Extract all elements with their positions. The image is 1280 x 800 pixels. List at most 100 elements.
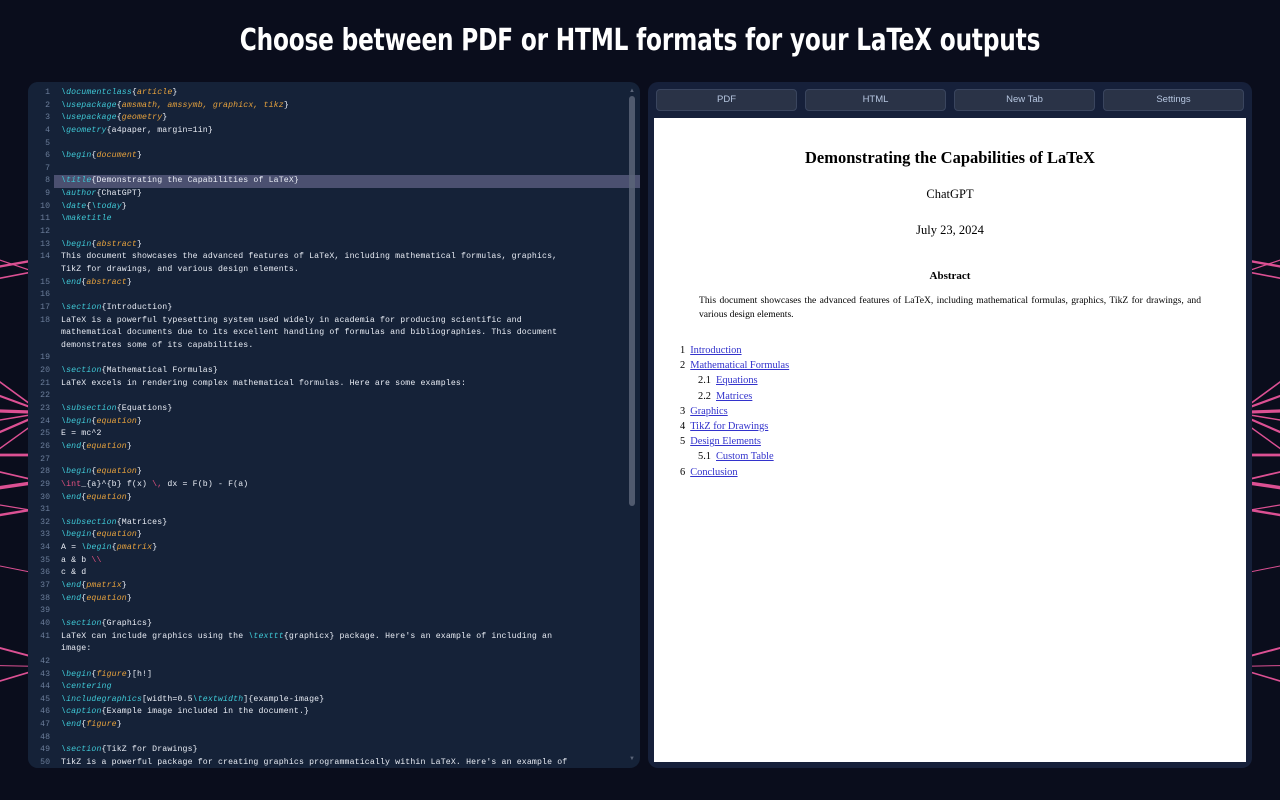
toc-entry[interactable]: 6 Conclusion xyxy=(680,465,1220,480)
code-editor-panel[interactable]: 1 2 3 4 5 6 7 8 9 10 11 12 13 14 15 16 17 18 19 20 21 22 23 24 2… xyxy=(28,82,640,768)
code-line[interactable]: \end{pmatrix} xyxy=(61,580,622,593)
code-line[interactable] xyxy=(61,163,622,176)
code-line[interactable]: \section{TikZ for Drawings} xyxy=(61,744,622,757)
code-line[interactable]: \usepackage{amsmath, amssymb, graphicx, … xyxy=(61,100,622,113)
code-token-txt: This document showcases the advanced fea… xyxy=(61,252,558,274)
code-line[interactable]: c & d xyxy=(61,567,622,580)
toc-link[interactable]: Equations xyxy=(716,373,758,388)
code-line[interactable]: \begin{equation} xyxy=(61,529,622,542)
code-line[interactable] xyxy=(61,454,622,467)
settings-button[interactable]: Settings xyxy=(1103,89,1244,111)
toc-link[interactable]: Conclusion xyxy=(690,465,737,480)
line-number: 22 xyxy=(40,391,50,401)
code-line[interactable]: LaTeX can include graphics using the \te… xyxy=(61,631,622,656)
code-line[interactable]: TikZ is a powerful package for creating … xyxy=(61,757,622,768)
code-line[interactable]: \documentclass{article} xyxy=(61,87,622,100)
toc-link[interactable]: Design Elements xyxy=(690,434,761,449)
line-number: 7 xyxy=(45,163,50,173)
code-line[interactable]: \caption{Example image included in the d… xyxy=(61,706,622,719)
toc-link[interactable]: Custom Table xyxy=(716,449,774,464)
code-line[interactable]: \usepackage{geometry} xyxy=(61,112,622,125)
code-line[interactable] xyxy=(61,138,622,151)
editor-scrollbar[interactable]: ▲ ▼ xyxy=(628,88,636,762)
code-line[interactable]: \begin{abstract} xyxy=(61,239,622,252)
code-line[interactable]: \section{Mathematical Formulas} xyxy=(61,365,622,378)
toc-link[interactable]: Mathematical Formulas xyxy=(690,358,789,373)
code-line[interactable] xyxy=(61,352,622,365)
line-number: 5 xyxy=(45,138,50,148)
line-number: 42 xyxy=(40,656,50,666)
code-token-cmd: \geometry xyxy=(61,125,107,135)
code-line[interactable]: \section{Graphics} xyxy=(61,618,622,631)
line-number: 34 xyxy=(40,543,50,553)
code-line[interactable]: \title{Demonstrating the Capabilities of… xyxy=(54,175,640,189)
code-line[interactable] xyxy=(61,732,622,745)
code-token-txt: {Matrices} xyxy=(116,517,168,527)
scroll-down-arrow[interactable]: ▼ xyxy=(629,756,635,762)
code-line[interactable]: \end{equation} xyxy=(61,492,622,505)
code-line[interactable] xyxy=(61,656,622,669)
code-token-txt: A = xyxy=(61,543,82,553)
toc-entry[interactable]: 1 Introduction xyxy=(680,343,1220,358)
code-line[interactable]: LaTeX excels in rendering complex mathem… xyxy=(61,378,622,391)
code-line[interactable]: This document showcases the advanced fea… xyxy=(61,251,622,276)
toc-link[interactable]: Matrices xyxy=(716,389,752,404)
scroll-up-arrow[interactable]: ▲ xyxy=(629,88,635,94)
code-line[interactable]: \centering xyxy=(61,681,622,694)
code-line[interactable]: \section{Introduction} xyxy=(61,302,622,315)
code-line[interactable]: \begin{figure}[h!] xyxy=(61,669,622,682)
code-line[interactable]: A = \begin{pmatrix} xyxy=(61,542,622,555)
code-line[interactable]: \end{equation} xyxy=(61,441,622,454)
code-line[interactable]: \end{abstract} xyxy=(61,277,622,290)
code-line[interactable]: LaTeX is a powerful typesetting system u… xyxy=(61,315,622,353)
code-line[interactable]: \end{equation} xyxy=(61,593,622,606)
editor-scrollbar-thumb[interactable] xyxy=(629,96,635,506)
code-line[interactable]: \includegraphics[width=0.5\textwidth]{ex… xyxy=(61,694,622,707)
latex-source-code[interactable]: \documentclass{article} \usepackage{amsma… xyxy=(54,82,640,768)
code-line[interactable]: \end{figure} xyxy=(61,719,622,732)
code-token-txt: {a4paper, margin=1in} xyxy=(106,125,213,135)
toc-link[interactable]: TikZ for Drawings xyxy=(690,419,768,434)
toc-entry[interactable]: 2.1 Equations xyxy=(680,373,1220,388)
toc-entry[interactable]: 4 TikZ for Drawings xyxy=(680,419,1220,434)
pdf-button[interactable]: PDF xyxy=(656,89,797,111)
toc-entry[interactable]: 3 Graphics xyxy=(680,404,1220,419)
line-number: 37 xyxy=(40,581,50,591)
toc-entry[interactable]: 5 Design Elements xyxy=(680,434,1220,449)
toc-number: 1 xyxy=(680,345,686,356)
line-number: 6 xyxy=(45,151,50,161)
code-line[interactable]: \begin{equation} xyxy=(61,466,622,479)
toc-entry[interactable]: 2 Mathematical Formulas xyxy=(680,358,1220,373)
document-title: Demonstrating the Capabilities of LaTeX xyxy=(805,148,1095,167)
code-line[interactable]: \subsection{Matrices} xyxy=(61,517,622,530)
code-token-txt: c & d xyxy=(61,568,87,578)
toc-link[interactable]: Introduction xyxy=(690,343,741,358)
code-line[interactable]: \geometry{a4paper, margin=1in} xyxy=(61,125,622,138)
new-tab-button[interactable]: New Tab xyxy=(954,89,1095,111)
code-token-mth: \int xyxy=(61,479,82,489)
code-line[interactable]: E = mc^2 xyxy=(61,428,622,441)
code-line[interactable]: \maketitle xyxy=(61,213,622,226)
html-button[interactable]: HTML xyxy=(805,89,946,111)
code-line[interactable] xyxy=(61,605,622,618)
code-line[interactable]: \begin{equation} xyxy=(61,416,622,429)
code-line[interactable]: \subsection{Equations} xyxy=(61,403,622,416)
line-number: 1 xyxy=(45,88,50,97)
code-line[interactable]: \author{ChatGPT} xyxy=(61,188,622,201)
code-line[interactable]: \date{\today} xyxy=(61,201,622,214)
toc-entry[interactable]: 2.2 Matrices xyxy=(680,389,1220,404)
toc-link[interactable]: Graphics xyxy=(690,404,728,419)
code-line[interactable]: \begin{document} xyxy=(61,150,622,163)
code-line[interactable] xyxy=(61,289,622,302)
code-line[interactable] xyxy=(61,504,622,517)
toc-entry[interactable]: 5.1 Custom Table xyxy=(680,449,1220,464)
code-token-cmd: \end xyxy=(61,441,82,451)
code-token-brc: } xyxy=(136,151,143,161)
code-line[interactable]: \int_{a}^{b} f(x) \, dx = F(b) - F(a) xyxy=(61,479,622,492)
code-line[interactable] xyxy=(61,390,622,403)
code-token-env: equation xyxy=(86,492,127,502)
line-number: 44 xyxy=(40,682,50,692)
code-line[interactable] xyxy=(61,226,622,239)
code-line[interactable]: a & b \\ xyxy=(61,555,622,568)
code-token-env: abstract xyxy=(86,277,127,287)
